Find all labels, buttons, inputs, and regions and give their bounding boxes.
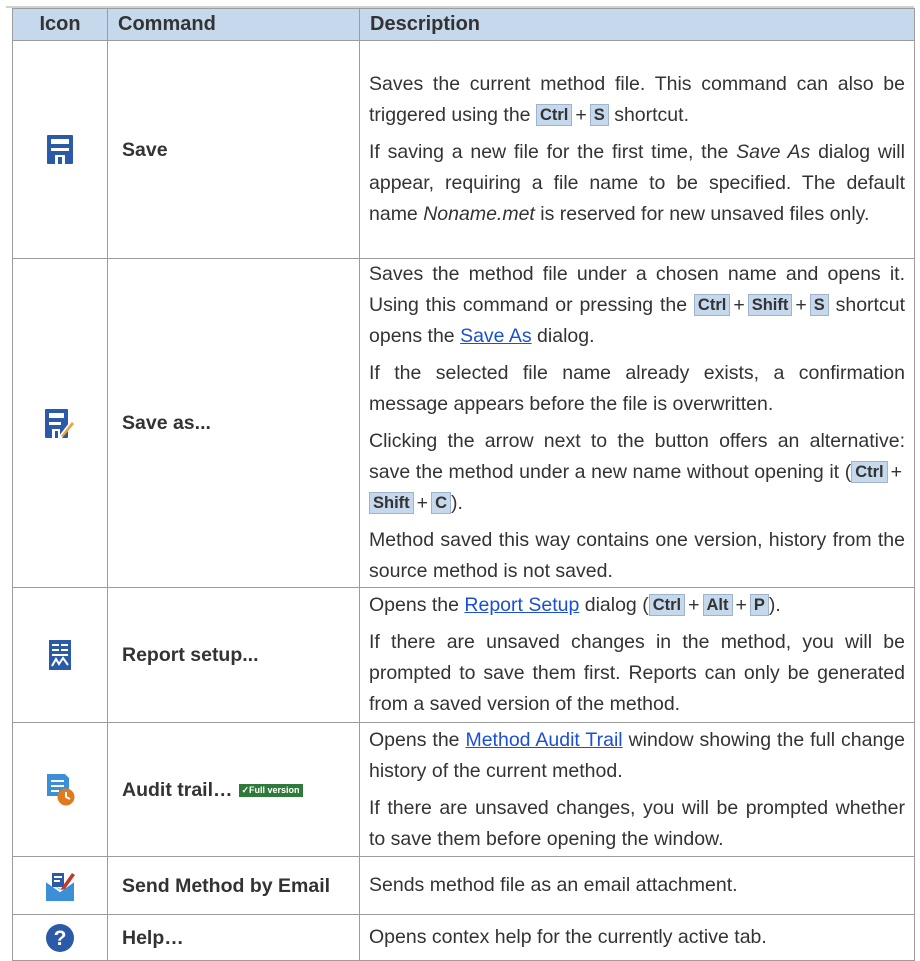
key-ctrl: Ctrl [693,294,731,316]
desc-paragraph: If there are unsaved changes in the meth… [369,631,905,715]
key-c: C [431,492,451,514]
desc-paragraph: If saving a new file for the first time,… [369,141,905,225]
key-ctrl: Ctrl [535,104,573,126]
description-report-setup: Opens the Report Setup dialog (Ctrl + Alt +… [359,587,915,723]
key-ctrl: Ctrl [648,594,686,616]
help-icon: ? [12,914,108,961]
header-command: Command [107,8,360,41]
save-as-link[interactable]: Save As [460,325,532,347]
full-version-badge: ✓Full version [238,783,303,797]
table-row-save: Save Saves the current method file. This… [12,40,915,259]
command-help: Help… [107,914,360,961]
save-icon [12,40,108,259]
key-ctrl: Ctrl [851,461,888,483]
key-shift: Shift [369,492,414,514]
table-row-save-as: Save as... Saves the method file under a… [12,258,915,588]
description-save: Saves the current method file. This comm… [359,40,915,259]
desc-paragraph: If the selected file name already exists… [369,362,905,415]
audit-trail-icon [12,722,108,857]
table-row-help: ? Help… Opens contex help for the curren… [12,914,915,961]
method-audit-trail-link[interactable]: Method Audit Trail [465,729,622,751]
table-row-send-email: Send Method by Email Sends method file a… [12,856,915,915]
command-report-setup: Report setup... [107,587,360,723]
key-s: S [589,104,609,126]
command-send-email: Send Method by Email [107,856,360,915]
description-audit-trail: Opens the Method Audit Trail window show… [359,722,915,857]
description-help: Opens contex help for the currently acti… [359,914,915,961]
command-save: Save [107,40,360,259]
table-row-audit-trail: Audit trail… ✓Full version Opens the Meth… [12,722,915,857]
table-header-row: Icon Command Description [12,8,915,41]
desc-paragraph: Opens the Method Audit Trail window show… [369,728,905,782]
table-row-report-setup: Report setup... Opens the Report Setup d… [12,587,915,723]
desc-paragraph: Saves the method file under a chosen nam… [369,263,905,347]
description-save-as: Saves the method file under a chosen nam… [359,258,915,588]
key-alt: Alt [702,594,733,616]
report-setup-link[interactable]: Report Setup [464,594,579,616]
send-email-icon [12,856,108,915]
desc-paragraph: Saves the current method file. This comm… [369,73,905,126]
key-p: P [749,594,769,616]
svg-text:?: ? [54,927,67,950]
key-s: S [809,294,829,316]
command-save-as: Save as... [107,258,360,588]
header-description: Description [359,8,915,41]
commands-table: Icon Command Description Save Saves the … [12,8,915,961]
desc-paragraph: If there are unsaved changes, you will b… [369,796,905,850]
header-icon: Icon [12,8,108,41]
desc-paragraph: Method saved this way contains one versi… [369,529,905,582]
save-as-icon [12,258,108,588]
key-shift: Shift [747,294,793,316]
report-setup-icon [12,587,108,723]
description-send-email: Sends method file as an email attachment… [359,856,915,915]
desc-paragraph: Clicking the arrow next to the button of… [369,430,905,514]
command-audit-trail: Audit trail… ✓Full version [107,722,360,857]
desc-paragraph: Opens the Report Setup dialog (Ctrl + Alt +… [369,594,781,616]
